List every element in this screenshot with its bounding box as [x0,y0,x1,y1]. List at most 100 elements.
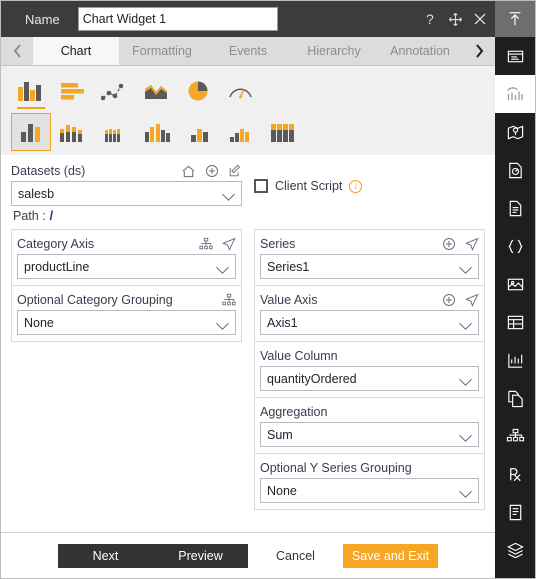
plus-circle-icon[interactable] [442,293,456,307]
client-script-row: Client Script i [254,155,485,193]
grouped-column-icon[interactable] [137,113,177,151]
tab-events[interactable]: Events [205,37,291,65]
grid-widgets-icon[interactable] [495,569,535,579]
map-widget-icon[interactable] [495,113,535,151]
category-axis-label-row: Category Axis [17,234,236,254]
tabs-prev-arrow[interactable] [1,37,33,65]
analytics-icon[interactable] [495,341,535,379]
category-grouping-group: Optional Category Grouping None [11,285,242,342]
chart-widget-dialog: Name ? Chart Formatting [0,0,536,579]
dataset-path: Path : / [11,206,242,223]
collapse-up-icon[interactable] [495,1,535,37]
datasets-select-wrap: salesb [11,181,242,206]
client-script-label: Client Script [275,179,343,193]
overlapped-column-icon[interactable] [221,113,261,151]
tab-chart[interactable]: Chart [33,37,119,65]
category-axis-select[interactable]: productLine [17,254,236,279]
value-column-label-row: Value Column [260,346,479,366]
category-grouping-select[interactable]: None [17,310,236,335]
layers-icon[interactable] [495,531,535,569]
left-settings-column: Category Axis productLine Optional Categ… [11,229,248,510]
prescription-icon[interactable] [495,455,535,493]
next-button[interactable]: Next [58,543,153,568]
path-value: / [49,209,54,223]
image-icon[interactable] [495,265,535,303]
hierarchy-icon[interactable] [199,237,213,251]
simple-column-icon[interactable] [179,113,219,151]
tab-formatting[interactable]: Formatting [119,37,205,65]
client-script-checkbox[interactable] [254,179,268,193]
send-icon[interactable] [465,237,479,251]
datasets-label: Datasets (ds) [11,164,86,178]
tabs-next-arrow[interactable] [463,37,495,65]
home-icon[interactable] [181,164,196,179]
table-widget-icon[interactable] [495,303,535,341]
bar-chart-icon[interactable] [53,74,93,108]
widget-panel-icon[interactable] [495,37,535,75]
path-label: Path : [13,209,46,223]
copy-page-icon[interactable] [495,379,535,417]
area-chart-icon[interactable] [137,74,177,108]
series-select[interactable]: Series1 [260,254,479,279]
pie-chart-icon[interactable] [179,74,219,108]
name-label: Name [25,11,60,27]
send-icon[interactable] [222,237,236,251]
tab-annotation[interactable]: Annotation [377,37,463,65]
edit-pencil-icon[interactable] [228,164,242,178]
tall-column-icon[interactable] [263,113,303,151]
code-braces-icon[interactable] [495,227,535,265]
datasets-actions [181,164,242,179]
datasets-select[interactable]: salesb [11,181,242,206]
right-settings-column: Series Series1 Value Axis Axis1 Value Co… [248,229,485,510]
gauge-chart-icon[interactable] [221,74,261,108]
axis-settings-columns: Category Axis productLine Optional Categ… [1,229,495,510]
info-icon[interactable]: i [349,179,363,193]
plus-circle-icon[interactable] [205,164,219,178]
series-label: Series [260,237,296,251]
hierarchy-tree-icon[interactable] [495,417,535,455]
chart-variant-row [11,111,485,151]
value-axis-select-wrap: Axis1 [260,310,479,335]
plus-circle-icon[interactable] [442,237,456,251]
column-chart-icon[interactable] [11,74,51,109]
series-select-wrap: Series1 [260,254,479,279]
gauge-document-icon[interactable] [495,151,535,189]
value-axis-label-row: Value Axis [260,290,479,310]
clustered-column-icon[interactable] [11,113,51,151]
hierarchy-icon[interactable] [222,293,236,307]
value-column-select[interactable]: quantityOrdered [260,366,479,391]
preview-button[interactable]: Preview [153,543,248,568]
cancel-button[interactable]: Cancel [248,543,343,568]
value-column-select-wrap: quantityOrdered [260,366,479,391]
send-icon[interactable] [465,293,479,307]
series-actions [442,237,479,251]
category-grouping-select-wrap: None [17,310,236,335]
stacked-column-icon[interactable] [53,113,93,151]
tab-bar: Chart Formatting Events Hierarchy Annota… [1,37,495,66]
y-series-grouping-select[interactable]: None [260,478,479,503]
report-document-icon[interactable] [495,493,535,531]
close-icon[interactable] [473,12,487,26]
line-scatter-chart-icon[interactable] [95,74,135,108]
tab-hierarchy[interactable]: Hierarchy [291,37,377,65]
move-icon[interactable] [448,12,463,27]
question-mark-icon[interactable]: ? [425,12,438,27]
y-series-grouping-label-row: Optional Y Series Grouping [260,458,479,478]
value-column-label: Value Column [260,349,338,363]
aggregation-group: Aggregation Sum [254,397,485,453]
save-and-exit-button[interactable]: Save and Exit [343,543,438,568]
value-axis-label: Value Axis [260,293,318,307]
series-group: Series Series1 [254,229,485,285]
svg-text:?: ? [426,12,434,27]
series-label-row: Series [260,234,479,254]
stacked-100-column-icon[interactable] [95,113,135,151]
aggregation-select[interactable]: Sum [260,422,479,447]
value-axis-group: Value Axis Axis1 [254,285,485,341]
aggregation-label: Aggregation [260,405,328,419]
y-series-grouping-group: Optional Y Series Grouping None [254,453,485,510]
value-axis-select[interactable]: Axis1 [260,310,479,335]
chart-widget-icon[interactable] [495,75,535,113]
widget-name-input[interactable] [77,7,278,31]
category-axis-group: Category Axis productLine [11,229,242,285]
document-icon[interactable] [495,189,535,227]
